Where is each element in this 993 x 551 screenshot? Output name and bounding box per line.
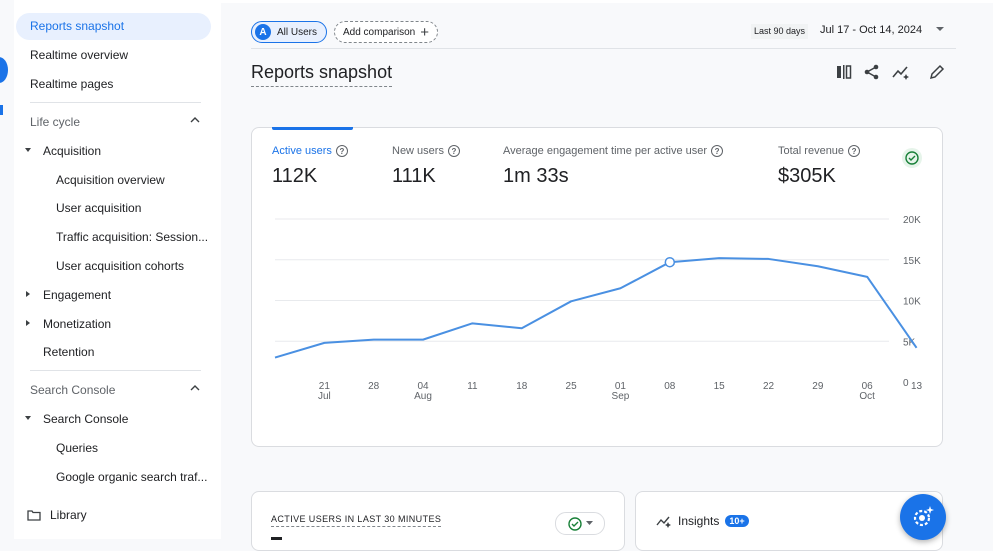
y-tick-label: 20K xyxy=(903,215,921,226)
date-range-picker[interactable]: Jul 17 - Oct 14, 2024 xyxy=(820,24,922,36)
caret-right-icon[interactable] xyxy=(24,290,32,298)
insights-count-badge: 10+ xyxy=(725,515,749,527)
dropdown-arrow-icon[interactable] xyxy=(936,26,944,32)
check-circle-icon xyxy=(567,516,582,531)
sidebar-item-user-acquisition-cohorts[interactable]: User acquisition cohorts xyxy=(56,259,184,273)
sidebar-item-library[interactable]: Library xyxy=(50,508,87,522)
caret-down-icon[interactable] xyxy=(24,414,32,422)
x-tick-label: 08 xyxy=(664,381,676,392)
header-divider xyxy=(251,48,956,49)
rail-active-icon[interactable] xyxy=(0,57,8,83)
sidebar-divider xyxy=(30,102,201,103)
caret-right-icon[interactable] xyxy=(24,319,32,327)
add-comparison-label: Add comparison xyxy=(342,26,416,38)
edit-pencil-icon[interactable] xyxy=(927,62,947,82)
sidebar-item-acquisition-overview[interactable]: Acquisition overview xyxy=(56,173,165,187)
insights-title: Insights xyxy=(678,514,720,528)
realtime-card-title: ACTIVE USERS IN LAST 30 MINUTES xyxy=(271,514,442,527)
compare-view-icon[interactable] xyxy=(834,62,854,82)
x-tick-month-label: Jul xyxy=(318,391,331,402)
chevron-up-icon[interactable] xyxy=(190,115,200,125)
x-tick-label: 11 xyxy=(467,381,478,392)
x-tick-label: 15 xyxy=(714,381,726,392)
sidebar-item-google-organic[interactable]: Google organic search traf... xyxy=(56,470,207,484)
y-tick-label: 10K xyxy=(903,297,921,308)
sidebar-item-monetization[interactable]: Monetization xyxy=(43,317,111,331)
top-strip xyxy=(221,0,993,3)
sidebar-item-queries[interactable]: Queries xyxy=(56,441,98,455)
x-tick-label: 28 xyxy=(368,381,380,392)
x-tick-label: 25 xyxy=(566,381,578,392)
insights-sparkle-icon[interactable] xyxy=(891,62,911,82)
page-title: Reports snapshot xyxy=(251,62,393,87)
folder-icon xyxy=(27,510,41,521)
chevron-up-icon[interactable] xyxy=(190,383,200,393)
caret-down-icon[interactable] xyxy=(24,146,32,154)
x-tick-label: 22 xyxy=(763,381,775,392)
gear-sparkle-icon xyxy=(913,506,934,527)
settings-fab[interactable] xyxy=(900,494,946,540)
series-line xyxy=(274,257,918,359)
sidebar-item-realtime-pages[interactable]: Realtime pages xyxy=(30,77,113,91)
sidebar-item-engagement[interactable]: Engagement xyxy=(43,288,111,302)
active-users-line-chart: 20K15K10K5K021Jul28 04Aug11 18 25 01Sep08 15 2… xyxy=(274,215,923,402)
insights-sparkle-icon xyxy=(656,516,671,528)
sidebar-item-acquisition[interactable]: Acquisition xyxy=(43,144,101,158)
sidebar-item-user-acquisition[interactable]: User acquisition xyxy=(56,201,141,215)
sidebar: Reports snapshot Realtime overview Realt… xyxy=(14,0,221,539)
left-rail xyxy=(0,0,14,539)
y-tick-label: 0 xyxy=(903,378,909,389)
insights-card: Insights 10+ xyxy=(635,491,943,551)
highlighted-data-point xyxy=(664,256,676,268)
y-tick-label: 15K xyxy=(903,256,921,267)
sidebar-item-traffic-acquisition[interactable]: Traffic acquisition: Session... xyxy=(56,230,208,244)
all-users-chip[interactable]: A All Users xyxy=(251,21,327,43)
x-tick-month-label: Aug xyxy=(414,391,432,402)
main-content: A All Users Add comparison + Last 90 day… xyxy=(221,0,993,551)
add-comparison-button[interactable]: Add comparison + xyxy=(334,21,438,43)
x-tick-label: 29 xyxy=(812,381,824,392)
users-chip-label: All Users xyxy=(277,26,318,38)
x-tick-label: 18 xyxy=(516,381,528,392)
sidebar-item-realtime-overview[interactable]: Realtime overview xyxy=(30,48,128,62)
x-tick-month-label: Oct xyxy=(859,391,875,402)
sidebar-item-reports-snapshot[interactable]: Reports snapshot xyxy=(16,13,211,40)
plus-icon: + xyxy=(420,23,430,41)
rail-indicator xyxy=(0,105,3,115)
sidebar-item-search-console[interactable]: Search Console xyxy=(43,412,128,426)
x-tick-month-label: Sep xyxy=(612,391,630,402)
x-tick-label: 13 xyxy=(911,381,923,392)
insights-header[interactable]: Insights 10+ xyxy=(656,514,749,528)
realtime-status-dropdown[interactable] xyxy=(555,512,605,535)
realtime-card: ACTIVE USERS IN LAST 30 MINUTES xyxy=(251,491,625,551)
dropdown-arrow-icon xyxy=(585,521,593,525)
date-range-badge: Last 90 days xyxy=(751,24,809,39)
section-lifecycle-title[interactable]: Life cycle xyxy=(30,115,80,129)
sidebar-divider xyxy=(30,370,201,371)
overview-chart-card: Active users? 112K New users? 111K Avera… xyxy=(251,127,943,447)
share-icon[interactable] xyxy=(862,62,882,82)
users-avatar: A xyxy=(255,24,271,40)
sidebar-item-retention[interactable]: Retention xyxy=(43,345,94,359)
section-search-console-title[interactable]: Search Console xyxy=(30,383,115,397)
